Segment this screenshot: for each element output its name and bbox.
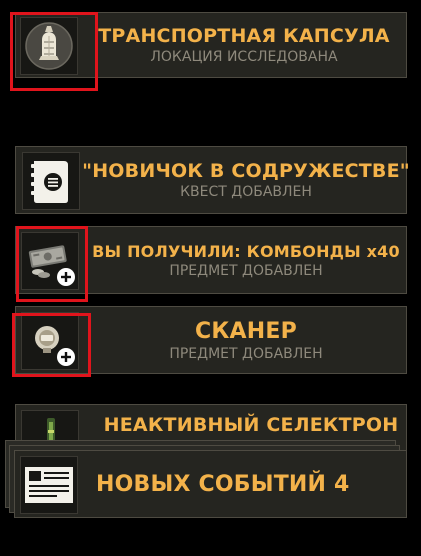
notification-icon-box (22, 152, 80, 210)
notification-subtitle: ЛОКАЦИЯ ИССЛЕДОВАНА (150, 49, 338, 65)
notification-title: НЕАКТИВНЫЙ СЕЛЕКТРОН (103, 414, 399, 436)
notification-title: ВЫ ПОЛУЧИЛИ: КОМБОНДЫ x40 (92, 241, 400, 261)
notification-text: ВЫ ПОЛУЧИЛИ: КОМБОНДЫ x40 ПРЕДМЕТ ДОБАВЛ… (86, 227, 406, 293)
highlight-box-capsule (10, 12, 98, 91)
notification-title: СКАНЕР (195, 318, 297, 344)
notification-text: СКАНЕР ПРЕДМЕТ ДОБАВЛЕН (86, 307, 406, 373)
notification-text: "НОВИЧОК В СОДРУЖЕСТВЕ" КВЕСТ ДОБАВЛЕН (82, 147, 410, 213)
highlight-box-combonds (16, 226, 88, 302)
notification-text: ТРАНСПОРТНАЯ КАПСУЛА ЛОКАЦИЯ ИССЛЕДОВАНА (82, 13, 406, 77)
notification-subtitle: ПРЕДМЕТ ДОБАВЛЕН (169, 262, 323, 279)
summary-stack[interactable]: НОВЫХ СОБЫТИЙ 4 (3, 440, 408, 518)
notification-quest: "НОВИЧОК В СОДРУЖЕСТВЕ" КВЕСТ ДОБАВЛЕН (15, 146, 410, 214)
quest-book-icon (31, 161, 68, 203)
summary-text: НОВЫХ СОБЫТИЙ 4 (81, 451, 406, 517)
summary-icon-box (20, 456, 78, 514)
highlight-box-scanner (12, 313, 91, 377)
notification-screen: { "notifications": [ {"title": "ТРАНСПОР… (0, 0, 421, 556)
summary-card[interactable]: НОВЫХ СОБЫТИЙ 4 (14, 450, 407, 518)
notification-subtitle: КВЕСТ ДОБАВЛЕН (180, 184, 312, 200)
notification-subtitle: ПРЕДМЕТ ДОБАВЛЕН (169, 345, 323, 362)
document-icon (25, 467, 73, 503)
summary-title: НОВЫХ СОБЫТИЙ 4 (96, 471, 350, 497)
notification-title: ТРАНСПОРТНАЯ КАПСУЛА (98, 25, 390, 47)
notification-title: "НОВИЧОК В СОДРУЖЕСТВЕ" (82, 160, 410, 182)
